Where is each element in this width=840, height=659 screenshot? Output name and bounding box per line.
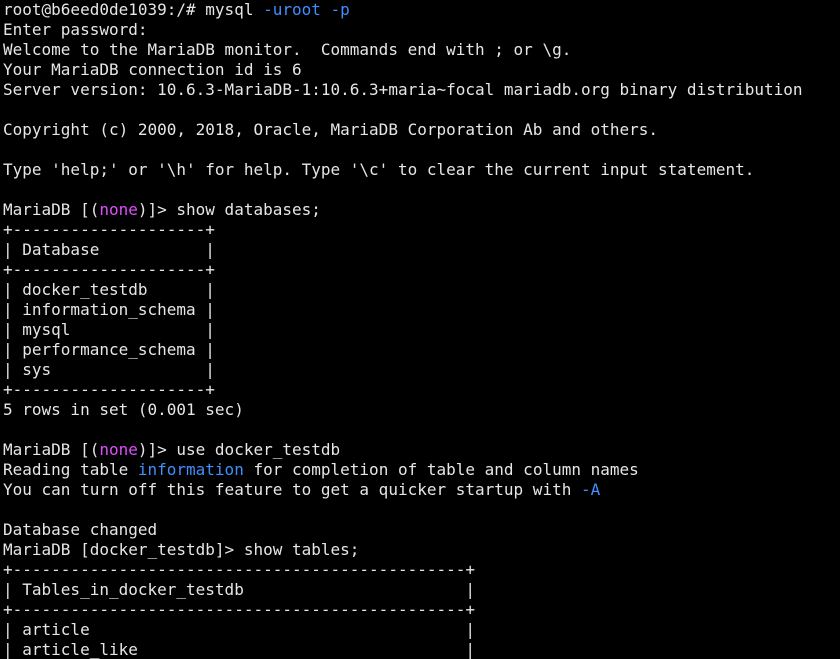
terminal-window[interactable]: root@b6eed0de1039:/# mysql -uroot -p Ente… (0, 0, 840, 659)
terminal-text: 5 rows in set (0.001 sec) (3, 400, 244, 419)
terminal-line: Reading table information for completion… (3, 460, 840, 480)
terminal-text: none (99, 200, 138, 219)
terminal-line: Copyright (c) 2000, 2018, Oracle, MariaD… (3, 120, 840, 140)
terminal-line: root@b6eed0de1039:/# mysql -uroot -p (3, 0, 840, 20)
terminal-line: | Tables_in_docker_testdb | (3, 580, 840, 600)
terminal-text: +---------------------------------------… (3, 560, 476, 579)
terminal-text: | Database | (3, 240, 215, 259)
terminal-line: Server version: 10.6.3-MariaDB-1:10.6.3+… (3, 80, 840, 100)
terminal-text: +--------------------+ (3, 260, 215, 279)
terminal-line: 5 rows in set (0.001 sec) (3, 400, 840, 420)
terminal-line: +---------------------------------------… (3, 560, 840, 580)
terminal-line: Welcome to the MariaDB monitor. Commands… (3, 40, 840, 60)
terminal-text: root@b6eed0de1039:/# mysql (3, 0, 264, 19)
terminal-line: MariaDB [docker_testdb]> show tables; (3, 540, 840, 560)
terminal-text: none (99, 440, 138, 459)
terminal-line: Type 'help;' or '\h' for help. Type '\c'… (3, 160, 840, 180)
terminal-text: MariaDB [docker_testdb]> show tables; (3, 540, 360, 559)
terminal-text: Server version: 10.6.3-MariaDB-1:10.6.3+… (3, 80, 803, 99)
terminal-text: | sys | (3, 360, 215, 379)
terminal-text: -uroot -p (263, 0, 350, 19)
terminal-line: Enter password: (3, 20, 840, 40)
terminal-text: Reading table (3, 460, 138, 479)
terminal-text: )]> use docker_testdb (137, 440, 341, 459)
terminal-text: Database changed (3, 520, 158, 539)
terminal-text: MariaDB [( (3, 440, 100, 459)
terminal-text: You can turn off this feature to get a q… (3, 480, 581, 499)
terminal-line: | Database | (3, 240, 840, 260)
terminal-line: +--------------------+ (3, 220, 840, 240)
terminal-line: | sys | (3, 360, 840, 380)
terminal-text: | performance_schema | (3, 340, 215, 359)
terminal-line: +--------------------+ (3, 380, 840, 400)
terminal-line: MariaDB [(none)]> show databases; (3, 200, 840, 220)
terminal-line: MariaDB [(none)]> use docker_testdb (3, 440, 840, 460)
terminal-line: | article | (3, 620, 840, 640)
terminal-line: | mysql | (3, 320, 840, 340)
terminal-text: | Tables_in_docker_testdb | (3, 580, 476, 599)
terminal-text: MariaDB [( (3, 200, 100, 219)
terminal-line: Database changed (3, 520, 840, 540)
terminal-text: +--------------------+ (3, 380, 215, 399)
terminal-text: information (137, 460, 244, 479)
terminal-text: for completion of table and column names (243, 460, 639, 479)
terminal-line: Your MariaDB connection id is 6 (3, 60, 840, 80)
terminal-text: Welcome to the MariaDB monitor. Commands… (3, 40, 572, 59)
terminal-text: | information_schema | (3, 300, 215, 319)
terminal-text: Your MariaDB connection id is 6 (3, 60, 302, 79)
terminal-text: | article | (3, 620, 476, 639)
terminal-line: +--------------------+ (3, 260, 840, 280)
terminal-text: +---------------------------------------… (3, 600, 476, 619)
terminal-line: | docker_testdb | (3, 280, 840, 300)
terminal-line: You can turn off this feature to get a q… (3, 480, 840, 500)
terminal-text: | mysql | (3, 320, 215, 339)
terminal-text: +--------------------+ (3, 220, 215, 239)
terminal-line: | performance_schema | (3, 340, 840, 360)
terminal-line: | information_schema | (3, 300, 840, 320)
terminal-line: +---------------------------------------… (3, 600, 840, 620)
terminal-text: Copyright (c) 2000, 2018, Oracle, MariaD… (3, 120, 659, 139)
terminal-text: )]> show databases; (137, 200, 321, 219)
terminal-text: -A (580, 480, 601, 499)
terminal-line: | article_like | (3, 640, 840, 659)
terminal-text: | docker_testdb | (3, 280, 215, 299)
terminal-text: Type 'help;' or '\h' for help. Type '\c'… (3, 160, 755, 179)
terminal-text: | article_like | (3, 640, 476, 659)
terminal-text: Enter password: (3, 20, 148, 39)
